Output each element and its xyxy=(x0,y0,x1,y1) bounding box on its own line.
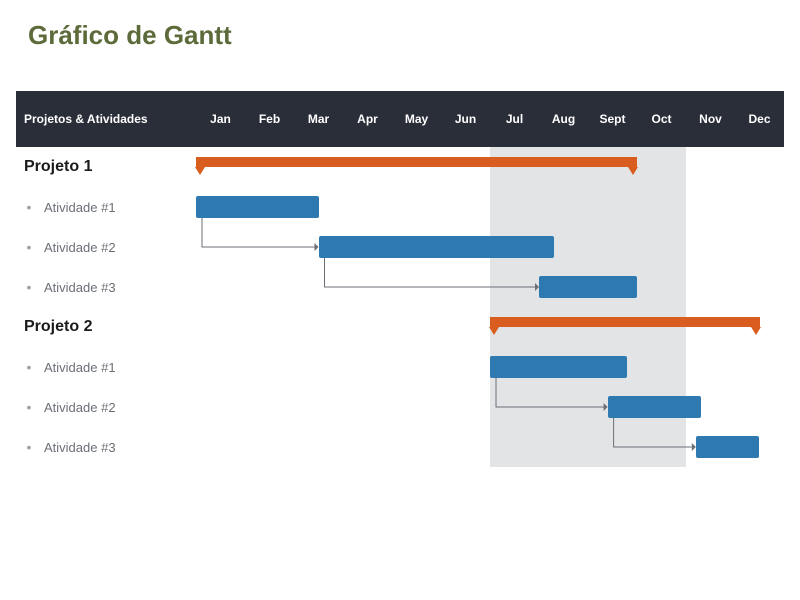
task-row: • Atividade #1 xyxy=(16,187,784,227)
month-cell: Oct xyxy=(637,112,686,126)
project-row: Projeto 1 xyxy=(16,147,784,187)
gantt-chart: Projetos & Atividades Jan Feb Mar Apr Ma… xyxy=(16,91,784,467)
task-bar xyxy=(608,396,701,418)
bullet-icon: • xyxy=(24,199,34,215)
activity-label: Atividade #2 xyxy=(44,400,116,415)
month-cell: Jan xyxy=(196,112,245,126)
project-label: Projeto 1 xyxy=(24,158,92,176)
activity-label: Atividade #2 xyxy=(44,240,116,255)
task-row: • Atividade #2 xyxy=(16,387,784,427)
task-row: • Atividade #3 xyxy=(16,427,784,467)
task-bar xyxy=(696,436,760,458)
project-row: Projeto 2 xyxy=(16,307,784,347)
bullet-icon: • xyxy=(24,439,34,455)
activity-label: Atividade #3 xyxy=(44,280,116,295)
page-title: Gráfico de Gantt xyxy=(0,0,800,91)
month-cell: Jul xyxy=(490,112,539,126)
bullet-icon: • xyxy=(24,359,34,375)
month-cell: Feb xyxy=(245,112,294,126)
task-bar xyxy=(319,236,554,258)
bullet-icon: • xyxy=(24,279,34,295)
task-row: • Atividade #2 xyxy=(16,227,784,267)
task-row: • Atividade #1 xyxy=(16,347,784,387)
month-cell: Nov xyxy=(686,112,735,126)
summary-bar xyxy=(490,317,760,327)
gantt-body: Projeto 1 • Atividade #1 • Atividade #2 • Ativ… xyxy=(16,147,784,467)
activity-label: Atividade #3 xyxy=(44,440,116,455)
bullet-icon: • xyxy=(24,399,34,415)
bullet-icon: • xyxy=(24,239,34,255)
month-cell: Mar xyxy=(294,112,343,126)
task-bar xyxy=(196,196,319,218)
task-row: • Atividade #3 xyxy=(16,267,784,307)
month-cell: May xyxy=(392,112,441,126)
months-header: Jan Feb Mar Apr May Jun Jul Aug Sept Oct… xyxy=(196,112,784,126)
project-label: Projeto 2 xyxy=(24,318,92,336)
activity-label: Atividade #1 xyxy=(44,200,116,215)
month-cell: Sept xyxy=(588,112,637,126)
activity-label: Atividade #1 xyxy=(44,360,116,375)
gantt-header: Projetos & Atividades Jan Feb Mar Apr Ma… xyxy=(16,91,784,147)
month-cell: Apr xyxy=(343,112,392,126)
summary-bar xyxy=(196,157,637,167)
task-bar xyxy=(490,356,627,378)
task-bar xyxy=(539,276,637,298)
month-cell: Aug xyxy=(539,112,588,126)
month-cell: Dec xyxy=(735,112,784,126)
month-cell: Jun xyxy=(441,112,490,126)
header-label: Projetos & Atividades xyxy=(16,112,196,126)
